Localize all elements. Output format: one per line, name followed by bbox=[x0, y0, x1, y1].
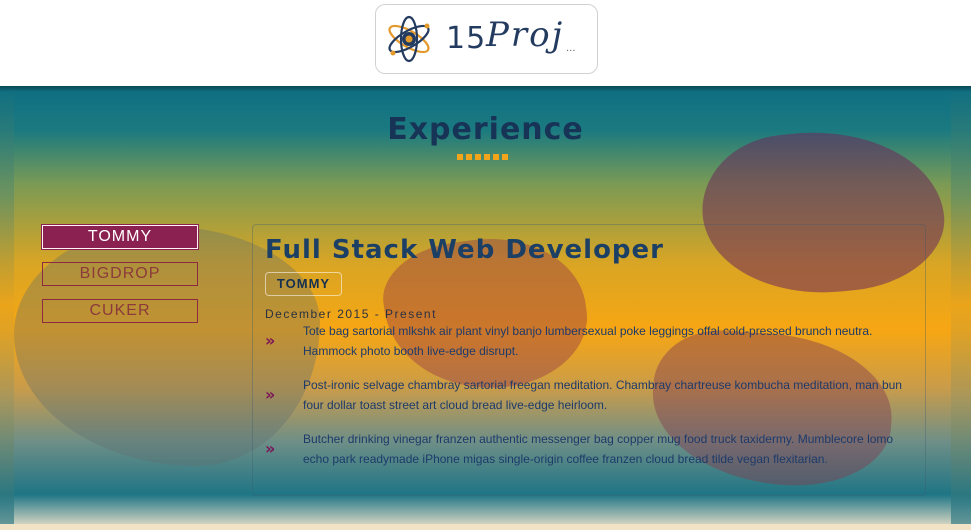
company-tabs: TOMMY BIGDROP CUKER bbox=[42, 225, 198, 336]
header-shadow bbox=[0, 86, 971, 92]
job-date: December 2015 - Present bbox=[265, 307, 437, 321]
job-bullets: » Tote bag sartorial mlkshk air plant vi… bbox=[265, 322, 915, 484]
list-item: » Tote bag sartorial mlkshk air plant vi… bbox=[265, 322, 915, 361]
section-title: Experience bbox=[387, 112, 584, 147]
tab-tommy[interactable]: TOMMY bbox=[42, 225, 198, 249]
double-chevron-icon: » bbox=[265, 385, 276, 404]
bullet-text: Butcher drinking vinegar franzen authent… bbox=[303, 432, 894, 466]
logo-word: Proj bbox=[486, 15, 565, 55]
double-chevron-icon: » bbox=[265, 331, 276, 350]
experience-section: Experience TOMMY BIGDROP CUKER Full Stac… bbox=[0, 86, 971, 530]
atom-icon bbox=[388, 15, 430, 63]
bullet-text: Tote bag sartorial mlkshk air plant viny… bbox=[303, 324, 873, 358]
bullet-text: Post-ironic selvage chambray sartorial f… bbox=[303, 378, 902, 412]
left-edge bbox=[0, 86, 14, 524]
site-header: 15 Proj ... bbox=[0, 0, 971, 86]
job-panel: Full Stack Web Developer TOMMY December … bbox=[252, 224, 926, 496]
title-underline bbox=[457, 154, 509, 160]
job-title: Full Stack Web Developer bbox=[265, 235, 664, 265]
double-chevron-icon: » bbox=[265, 439, 276, 458]
list-item: » Post-ironic selvage chambray sartorial… bbox=[265, 376, 915, 415]
tab-cuker[interactable]: CUKER bbox=[42, 299, 198, 323]
logo-dots: ... bbox=[566, 43, 576, 54]
company-badge: TOMMY bbox=[265, 272, 342, 296]
list-item: » Butcher drinking vinegar franzen authe… bbox=[265, 430, 915, 469]
bottom-strip bbox=[0, 524, 971, 530]
tab-bigdrop[interactable]: BIGDROP bbox=[42, 262, 198, 286]
right-edge bbox=[951, 86, 971, 524]
logo[interactable]: 15 Proj ... bbox=[375, 4, 598, 74]
logo-number: 15 bbox=[446, 21, 487, 56]
